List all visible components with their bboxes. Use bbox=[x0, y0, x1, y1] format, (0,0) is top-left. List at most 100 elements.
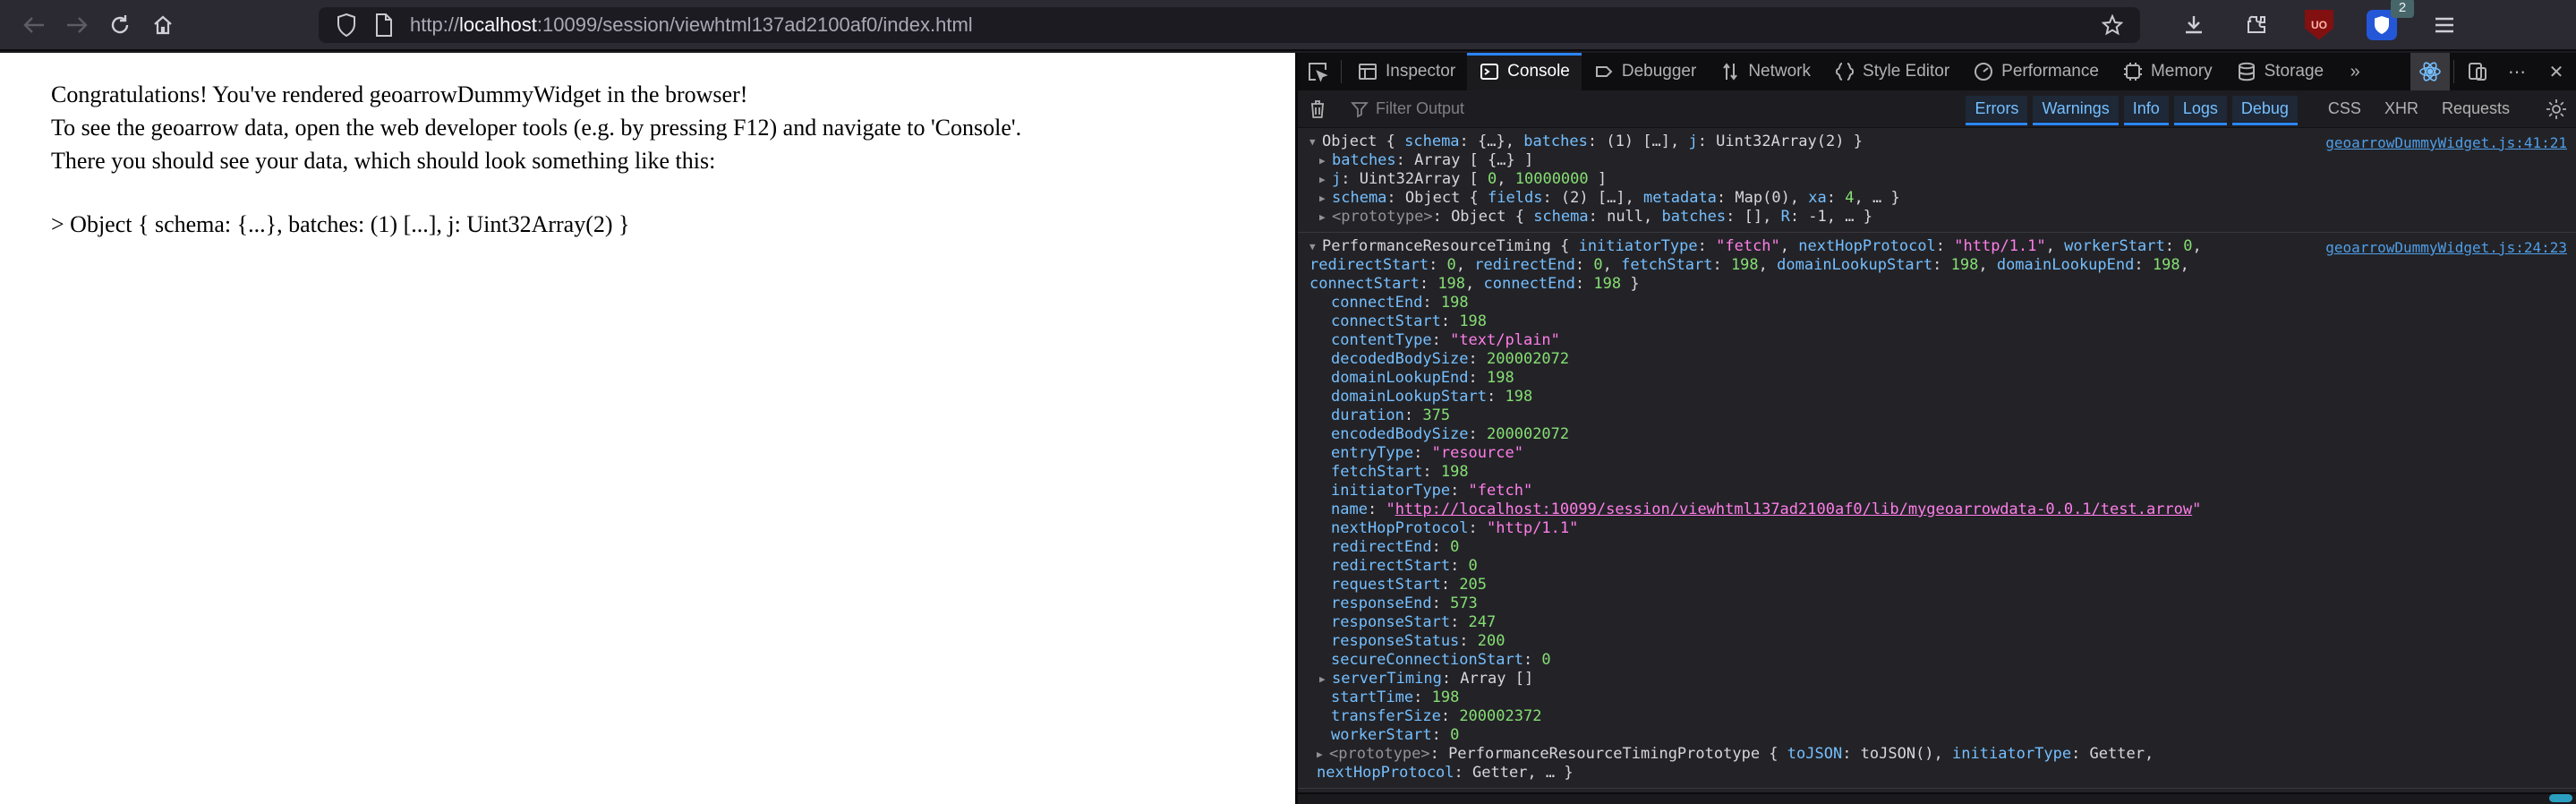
home-icon bbox=[152, 14, 174, 36]
console-token: entryType bbox=[1331, 444, 1414, 462]
tab-label: Performance bbox=[2001, 62, 2099, 81]
resource-url-link[interactable]: http://localhost:10099/session/viewhtml1… bbox=[1395, 500, 2192, 518]
password-extension-button[interactable]: 2 bbox=[2360, 0, 2414, 44]
console-token: : bbox=[1440, 312, 1460, 330]
tab-performance[interactable]: Performance bbox=[1961, 53, 2111, 90]
console-filterbar: Filter Output Errors Warnings Info Logs Debu… bbox=[1298, 90, 2576, 128]
expand-arrow-icon[interactable]: ▶ bbox=[1319, 170, 1332, 189]
tab-inspector[interactable]: Inspector bbox=[1345, 53, 1467, 90]
console-property-row: initiatorType: "fetch" bbox=[1309, 482, 2567, 500]
console-token: initiatorType bbox=[1331, 482, 1451, 500]
source-location-link[interactable]: geoarrowDummyWidget.js:24:23 bbox=[2325, 238, 2567, 257]
console-token: responseStatus bbox=[1331, 632, 1460, 650]
filter-css-button[interactable]: CSS bbox=[2319, 96, 2370, 122]
console-token: <prototype> bbox=[1329, 745, 1430, 763]
console-input-row[interactable] bbox=[1298, 792, 2576, 804]
console-token: domainLookupEnd bbox=[1331, 369, 1469, 387]
console-token: : Map(0), bbox=[1716, 189, 1809, 207]
console-token: 0 bbox=[1450, 726, 1460, 744]
console-token: 0 bbox=[1450, 538, 1460, 556]
collapse-arrow-icon[interactable]: ▼ bbox=[1309, 237, 1322, 256]
reload-button[interactable] bbox=[98, 6, 141, 44]
console-token: initiatorType bbox=[1952, 745, 2072, 763]
forward-button[interactable] bbox=[55, 6, 98, 44]
page-object-example: > Object { schema: {...}, batches: (1) [… bbox=[51, 211, 630, 237]
devtools-options-button[interactable]: ⋯ bbox=[2497, 53, 2537, 90]
console-property-row: responseEnd: 573 bbox=[1309, 594, 2567, 613]
console-token: 0 bbox=[1468, 557, 1478, 575]
expand-arrow-icon[interactable]: ▶ bbox=[1319, 208, 1332, 227]
console-token: : Array [] bbox=[1441, 670, 1534, 688]
console-token: " bbox=[1386, 500, 1395, 518]
tab-style-editor[interactable]: Style Editor bbox=[1822, 53, 1961, 90]
console-property-row: ▶ <prototype>: PerformanceResourceTimingP… bbox=[1309, 745, 2276, 783]
console-token: : bbox=[1468, 519, 1488, 537]
filter-debug-button[interactable]: Debug bbox=[2231, 96, 2298, 125]
more-tabs-button[interactable]: » bbox=[2335, 53, 2375, 90]
home-button[interactable] bbox=[141, 6, 184, 44]
console-token: : bbox=[1826, 189, 1846, 207]
page-content: Congratulations! You've rendered geoarro… bbox=[0, 53, 1295, 804]
expand-arrow-icon[interactable]: ▶ bbox=[1319, 670, 1332, 689]
collapse-arrow-icon[interactable]: ▼ bbox=[1309, 133, 1322, 151]
filter-logs-button[interactable]: Logs bbox=[2173, 96, 2227, 125]
extensions-button[interactable] bbox=[2235, 6, 2278, 44]
tracking-shield-icon[interactable] bbox=[328, 10, 365, 40]
filter-requests-button[interactable]: Requests bbox=[2433, 96, 2519, 122]
filter-warnings-button[interactable]: Warnings bbox=[2033, 96, 2120, 125]
console-token: } bbox=[1621, 275, 1640, 293]
source-location-link[interactable]: geoarrowDummyWidget.js:41:21 bbox=[2325, 133, 2567, 152]
tab-network[interactable]: Network bbox=[1708, 53, 1822, 90]
back-button[interactable] bbox=[13, 6, 55, 44]
console-token: : bbox=[1523, 651, 1542, 669]
console-token: workerStart bbox=[2064, 237, 2165, 255]
pick-element-button[interactable] bbox=[1298, 53, 1337, 90]
expand-arrow-icon[interactable]: ▶ bbox=[1319, 189, 1332, 208]
console-property-row: duration: 375 bbox=[1309, 406, 2567, 425]
console-token: : (2) […], bbox=[1542, 189, 1644, 207]
tab-storage[interactable]: Storage bbox=[2224, 53, 2336, 90]
expand-arrow-icon[interactable]: ▶ bbox=[1319, 151, 1332, 170]
ublock-extension-button[interactable]: UO bbox=[2298, 6, 2341, 44]
console-settings-gear-icon[interactable] bbox=[2537, 98, 2576, 120]
console-property-row: encodedBodySize: 200002072 bbox=[1309, 425, 2567, 444]
clear-console-button[interactable] bbox=[1298, 98, 1337, 120]
filter-xhr-button[interactable]: XHR bbox=[2376, 96, 2427, 122]
scrollbar-thumb[interactable] bbox=[2549, 794, 2572, 802]
url-bar[interactable]: http://localhost:10099/session/viewhtml1… bbox=[319, 6, 2140, 43]
downloads-button[interactable] bbox=[2172, 6, 2215, 44]
close-devtools-button[interactable]: ✕ bbox=[2537, 53, 2576, 90]
storage-icon bbox=[2236, 62, 2257, 81]
ublock-shield-icon: UO bbox=[2305, 9, 2333, 40]
responsive-design-mode-button[interactable] bbox=[2458, 53, 2497, 90]
bookmark-star-icon[interactable] bbox=[2094, 10, 2131, 40]
console-token: , bbox=[1455, 256, 1475, 274]
puzzle-piece-icon bbox=[2245, 13, 2268, 37]
console-token: fields bbox=[1488, 189, 1543, 207]
console-token: : bbox=[1468, 369, 1488, 387]
console-token: connectStart bbox=[1331, 312, 1441, 330]
console-token: , bbox=[1978, 256, 1997, 274]
page-text-line: To see the geoarrow data, open the web d… bbox=[51, 115, 1022, 141]
back-arrow-icon bbox=[22, 15, 46, 35]
console-token: : bbox=[1450, 557, 1469, 575]
expand-arrow-icon[interactable]: ▶ bbox=[1317, 745, 1329, 764]
console-token: xa bbox=[1808, 189, 1827, 207]
menu-button[interactable] bbox=[2423, 6, 2466, 44]
console-token: responseEnd bbox=[1331, 594, 1432, 612]
site-info-page-icon[interactable] bbox=[365, 10, 403, 40]
console-property-row: decodedBodySize: 200002072 bbox=[1309, 350, 2567, 369]
tab-console[interactable]: Console bbox=[1467, 53, 1582, 90]
console-token: PerformanceResourceTiming { bbox=[1322, 237, 1579, 255]
extension-panel-atom-icon[interactable] bbox=[2410, 53, 2450, 90]
tab-debugger[interactable]: Debugger bbox=[1582, 53, 1708, 90]
console-token: , … } bbox=[1854, 189, 1900, 207]
console-token: , bbox=[1497, 170, 1515, 188]
console-token: 0 bbox=[1541, 651, 1551, 669]
filter-output-input[interactable]: Filter Output bbox=[1351, 99, 1464, 118]
filter-info-button[interactable]: Info bbox=[2123, 96, 2169, 125]
filter-errors-button[interactable]: Errors bbox=[1966, 96, 2028, 125]
tab-memory[interactable]: Memory bbox=[2111, 53, 2224, 90]
console-property-row: workerStart: 0 bbox=[1309, 726, 2567, 745]
console-token: redirectStart bbox=[1309, 256, 1429, 274]
